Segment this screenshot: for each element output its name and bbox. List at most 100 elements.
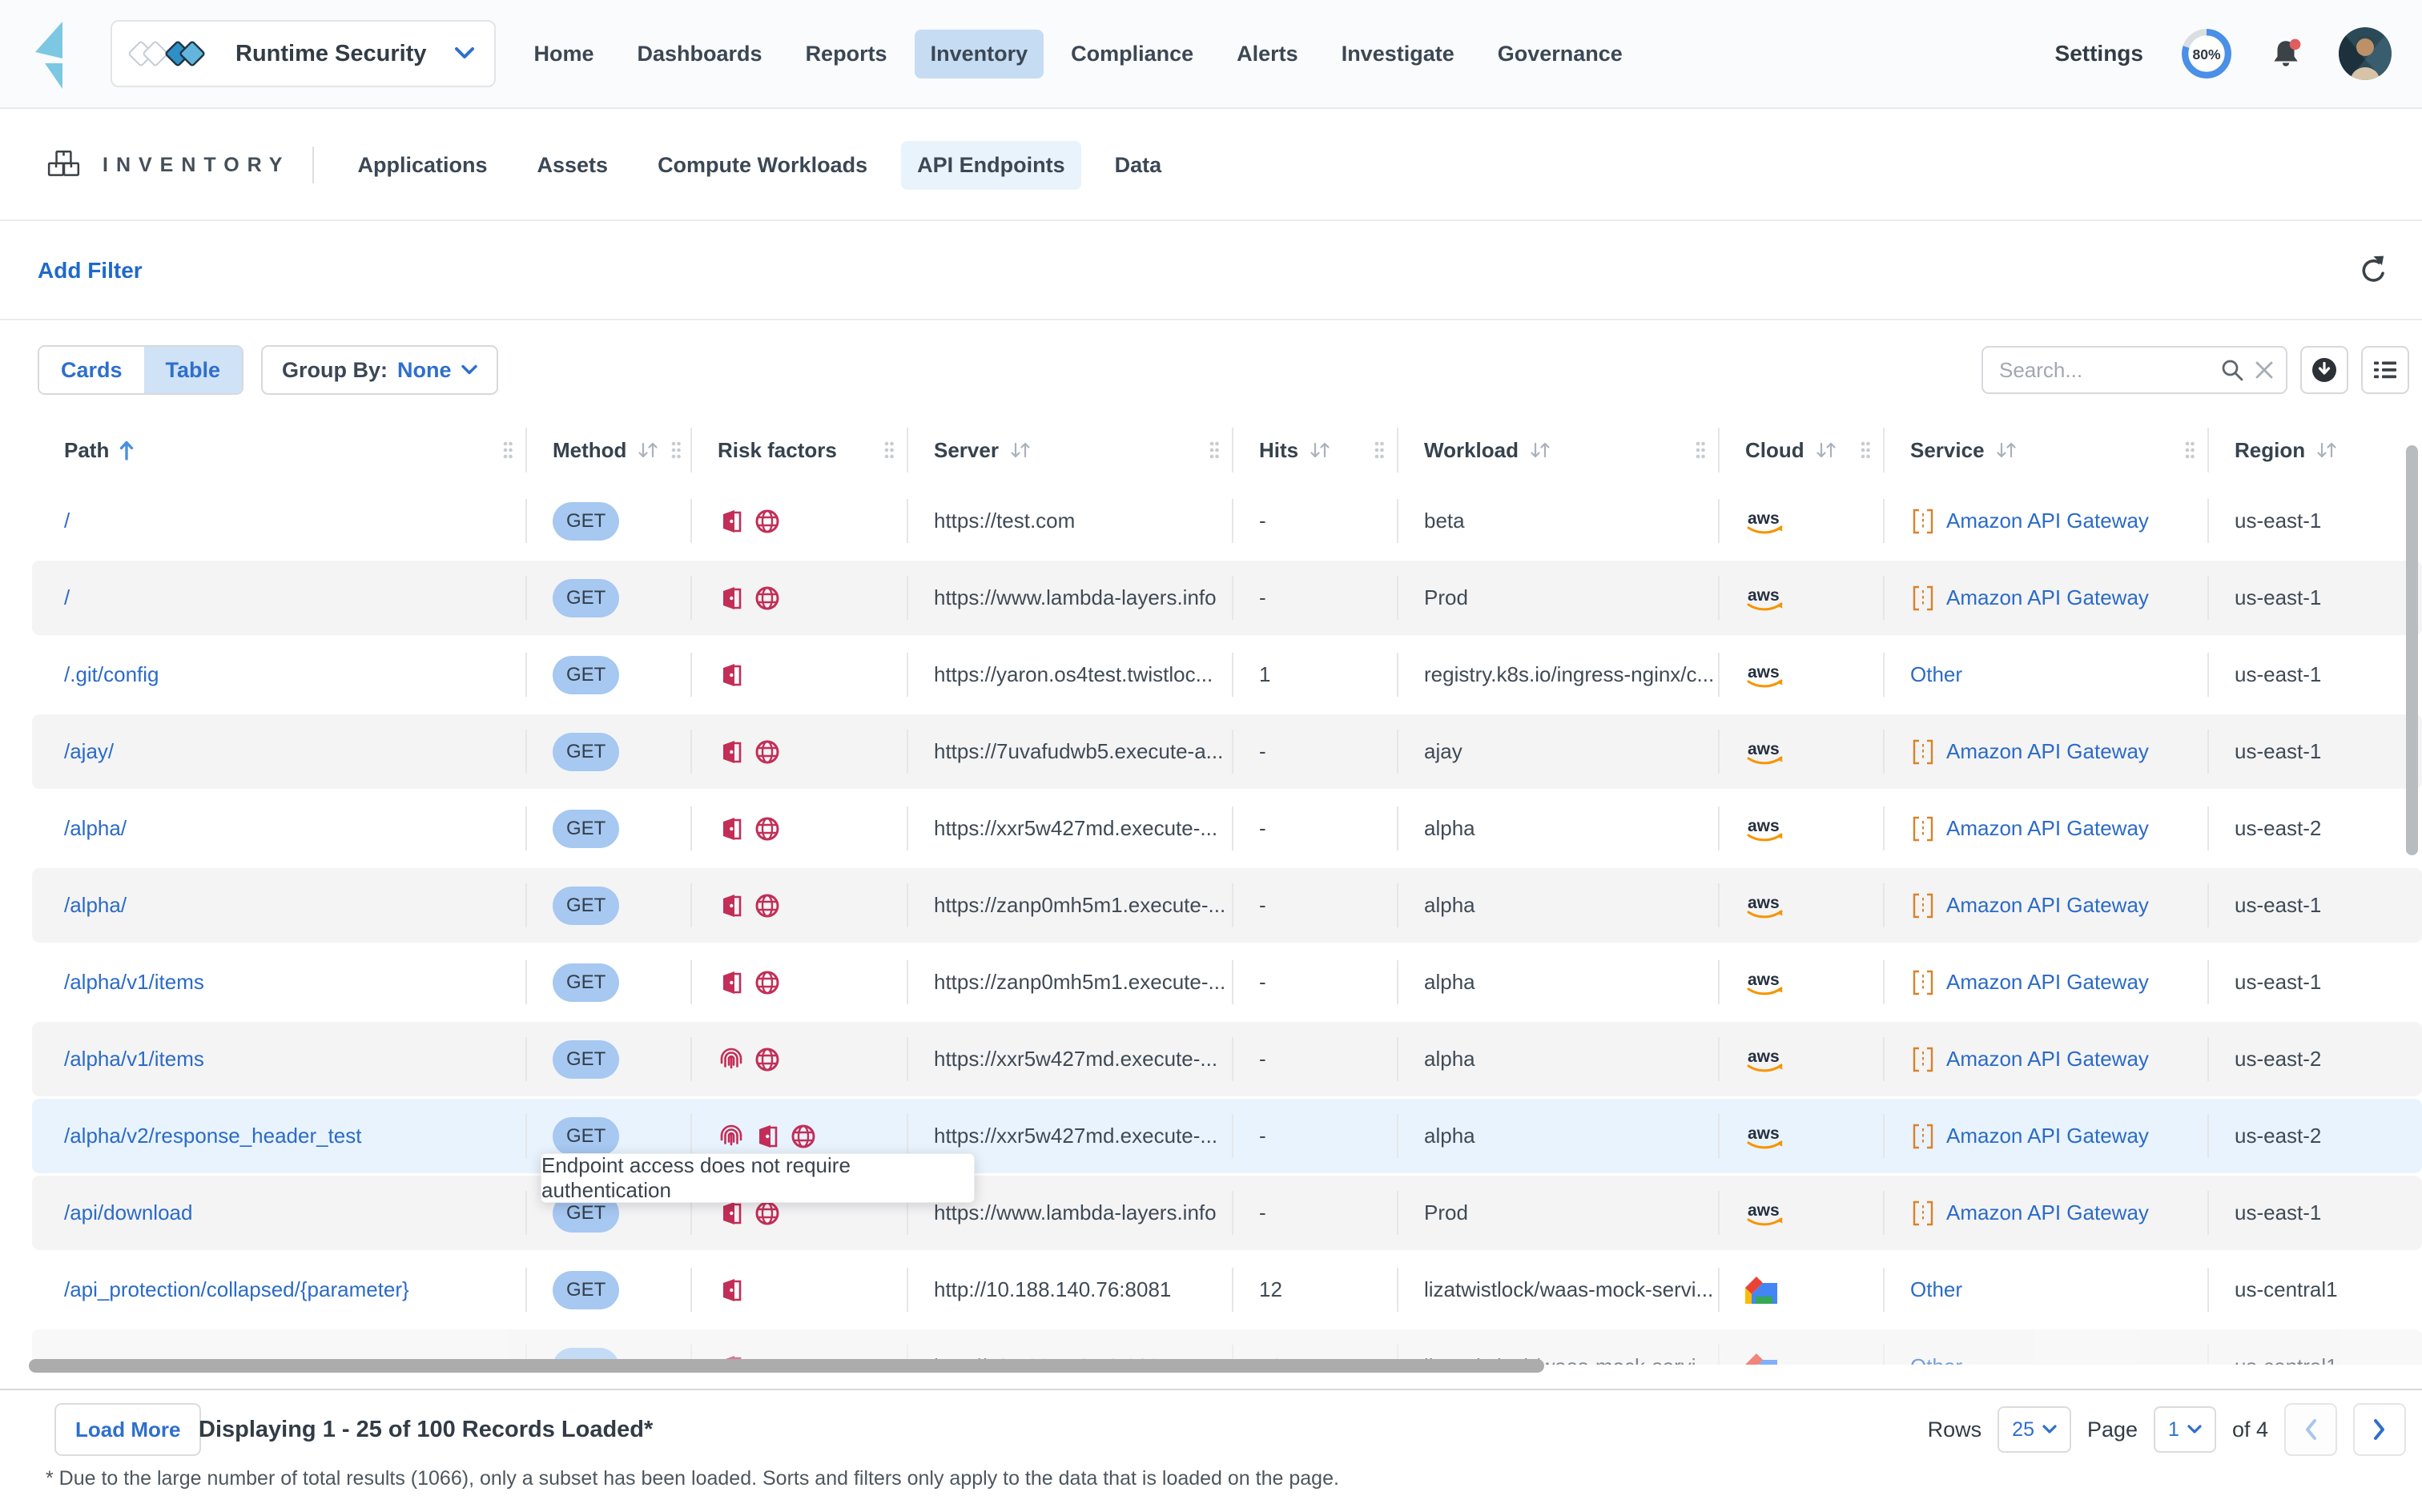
- path-link[interactable]: /api_protection/collapsed/{parameter}: [64, 1277, 409, 1302]
- service-link[interactable]: Other: [1910, 1354, 1962, 1365]
- service-link[interactable]: Amazon API Gateway: [1946, 585, 2149, 610]
- search-input[interactable]: [1999, 358, 2211, 383]
- nav-item-inventory[interactable]: Inventory: [915, 30, 1044, 78]
- door-icon[interactable]: [718, 815, 745, 842]
- service-link[interactable]: Amazon API Gateway: [1946, 509, 2149, 533]
- column-drag-handle[interactable]: [1208, 440, 1221, 460]
- column-header-hits[interactable]: Hits: [1232, 420, 1397, 481]
- path-link[interactable]: /alpha/v2/response_header_test: [64, 1124, 362, 1148]
- column-header-method[interactable]: Method: [525, 420, 690, 481]
- table-row[interactable]: / GET https://www.lambda-layers.info - P…: [32, 561, 2422, 635]
- sort-icon[interactable]: [1008, 440, 1032, 460]
- globe-icon[interactable]: [754, 508, 781, 535]
- service-link[interactable]: Amazon API Gateway: [1946, 970, 2149, 995]
- service-link[interactable]: Other: [1910, 1277, 1962, 1302]
- service-link[interactable]: Amazon API Gateway: [1946, 1047, 2149, 1072]
- tab-assets[interactable]: Assets: [521, 141, 625, 190]
- door-icon[interactable]: [754, 1123, 781, 1150]
- nav-item-governance[interactable]: Governance: [1482, 30, 1639, 78]
- door-icon[interactable]: [718, 662, 745, 689]
- column-drag-handle[interactable]: [1859, 440, 1872, 460]
- column-header-path[interactable]: Path: [32, 420, 525, 481]
- sort-icon[interactable]: [1308, 440, 1332, 460]
- nav-item-reports[interactable]: Reports: [790, 30, 903, 78]
- door-icon[interactable]: [718, 969, 745, 996]
- globe-icon[interactable]: [790, 1123, 817, 1150]
- nav-item-investigate[interactable]: Investigate: [1326, 30, 1470, 78]
- reset-filters-icon[interactable]: [2358, 255, 2390, 287]
- path-link[interactable]: /alpha/: [64, 816, 127, 841]
- clear-search-icon[interactable]: [2254, 360, 2275, 380]
- table-row[interactable]: /alpha/v1/items GET https://zanp0mh5m1.e…: [32, 945, 2422, 1019]
- next-page-button[interactable]: [2353, 1403, 2406, 1456]
- group-by-dropdown[interactable]: Group By: None: [261, 345, 498, 395]
- fingerprint-icon[interactable]: [718, 1123, 745, 1150]
- sort-icon[interactable]: [2315, 440, 2339, 460]
- column-header-risk-factors[interactable]: Risk factors: [690, 420, 907, 481]
- door-icon[interactable]: [718, 508, 745, 535]
- tab-compute-workloads[interactable]: Compute Workloads: [642, 141, 883, 190]
- table-row[interactable]: /alpha/v1/items GET https://xxr5w427md.e…: [32, 1022, 2422, 1096]
- path-link[interactable]: /alpha/: [64, 893, 127, 918]
- tab-api-endpoints[interactable]: API Endpoints: [901, 141, 1081, 190]
- column-drag-handle[interactable]: [1373, 440, 1386, 460]
- path-link[interactable]: /alpha/v1/items: [64, 970, 204, 995]
- door-icon[interactable]: [718, 585, 745, 612]
- column-header-region[interactable]: Region: [2207, 420, 2422, 481]
- service-link[interactable]: Amazon API Gateway: [1946, 893, 2149, 918]
- vertical-scrollbar[interactable]: [2406, 445, 2418, 855]
- table-row[interactable]: /alpha/v2/response_header_test GET https…: [32, 1099, 2422, 1173]
- globe-icon[interactable]: [754, 892, 781, 919]
- sort-icon[interactable]: [636, 440, 660, 460]
- table-row[interactable]: /.git/config GET https://yaron.os4test.t…: [32, 637, 2422, 712]
- path-link[interactable]: /ajay/: [64, 739, 114, 764]
- download-button[interactable]: [2300, 346, 2348, 394]
- nav-item-dashboards[interactable]: Dashboards: [622, 30, 778, 78]
- globe-icon[interactable]: [754, 815, 781, 842]
- table-row[interactable]: / GET https://test.com - beta aws Amazon…: [32, 484, 2422, 558]
- view-table-button[interactable]: Table: [144, 347, 243, 393]
- load-more-button[interactable]: Load More: [54, 1403, 201, 1456]
- globe-icon[interactable]: [754, 1200, 781, 1227]
- door-icon[interactable]: [718, 738, 745, 766]
- path-link[interactable]: /alpha/v1/items: [64, 1047, 204, 1072]
- column-drag-handle[interactable]: [501, 440, 514, 460]
- globe-icon[interactable]: [754, 969, 781, 996]
- service-link[interactable]: Amazon API Gateway: [1946, 1124, 2149, 1148]
- capacity-ring[interactable]: 80%: [2180, 27, 2233, 80]
- settings-link[interactable]: Settings: [2055, 41, 2143, 66]
- tab-data[interactable]: Data: [1099, 141, 1178, 190]
- table-row[interactable]: /alpha/ GET https://xxr5w427md.execute-.…: [32, 791, 2422, 866]
- path-link[interactable]: /: [64, 585, 70, 610]
- path-link[interactable]: /.git/config: [64, 662, 159, 687]
- globe-icon[interactable]: [754, 1046, 781, 1073]
- page-select[interactable]: 1: [2154, 1406, 2216, 1453]
- globe-icon[interactable]: [754, 585, 781, 612]
- service-link[interactable]: Amazon API Gateway: [1946, 816, 2149, 841]
- service-link[interactable]: Other: [1910, 662, 1962, 687]
- globe-icon[interactable]: [754, 738, 781, 766]
- fingerprint-icon[interactable]: [718, 1046, 745, 1073]
- nav-item-alerts[interactable]: Alerts: [1221, 30, 1314, 78]
- product-switcher[interactable]: Runtime Security: [111, 20, 496, 87]
- notifications-bell-icon[interactable]: [2270, 37, 2302, 70]
- horizontal-scrollbar[interactable]: [29, 1359, 1544, 1373]
- sort-icon[interactable]: [1528, 440, 1552, 460]
- rows-per-page-select[interactable]: 25: [1998, 1406, 2071, 1453]
- search-icon[interactable]: [2220, 358, 2244, 382]
- table-row[interactable]: /ajay/ GET https://7uvafudwb5.execute-a.…: [32, 714, 2422, 789]
- service-link[interactable]: Amazon API Gateway: [1946, 739, 2149, 764]
- column-header-workload[interactable]: Workload: [1397, 420, 1718, 481]
- nav-item-compliance[interactable]: Compliance: [1055, 30, 1209, 78]
- column-drag-handle[interactable]: [883, 440, 895, 460]
- nav-item-home[interactable]: Home: [518, 30, 610, 78]
- path-link[interactable]: /: [64, 509, 70, 533]
- view-cards-button[interactable]: Cards: [39, 347, 144, 393]
- user-avatar[interactable]: [2339, 27, 2392, 80]
- tab-applications[interactable]: Applications: [341, 141, 503, 190]
- column-header-cloud[interactable]: Cloud: [1718, 420, 1883, 481]
- sort-ascending-icon[interactable]: [119, 439, 135, 461]
- manage-columns-button[interactable]: [2361, 346, 2409, 394]
- door-icon[interactable]: [718, 892, 745, 919]
- door-icon[interactable]: [718, 1200, 745, 1227]
